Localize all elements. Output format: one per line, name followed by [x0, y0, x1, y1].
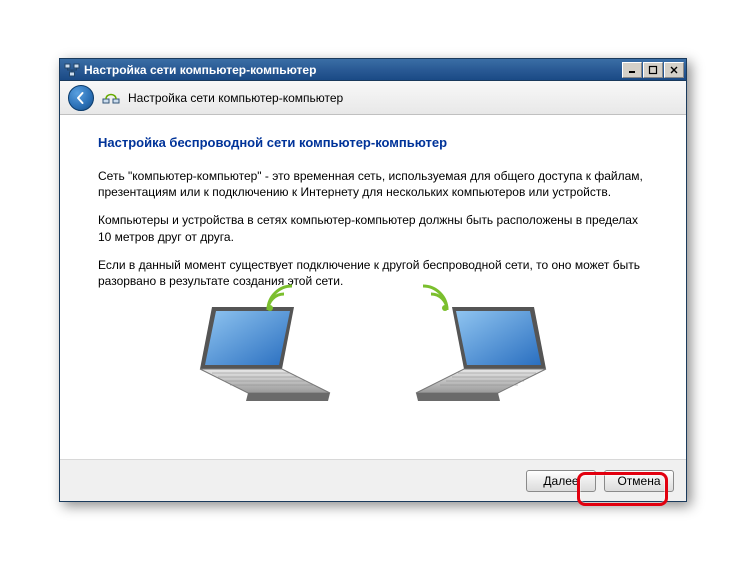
- back-button[interactable]: [68, 85, 94, 111]
- maximize-button[interactable]: [643, 62, 663, 78]
- content-area: Настройка беспроводной сети компьютер-ко…: [60, 115, 686, 459]
- paragraph-2: Компьютеры и устройства в сетях компьюте…: [98, 212, 648, 244]
- window-controls: [621, 62, 684, 78]
- laptop-left: [178, 301, 338, 419]
- cancel-button[interactable]: Отмена: [604, 470, 674, 492]
- header-band: Настройка сети компьютер-компьютер: [60, 81, 686, 115]
- adhoc-network-icon: [102, 89, 120, 107]
- close-button[interactable]: [664, 62, 684, 78]
- minimize-button[interactable]: [622, 62, 642, 78]
- window-title: Настройка сети компьютер-компьютер: [84, 63, 621, 77]
- paragraph-1: Сеть "компьютер-компьютер" - это временн…: [98, 168, 648, 200]
- page-heading: Настройка беспроводной сети компьютер-ко…: [98, 135, 648, 150]
- illustration: [98, 301, 648, 419]
- footer: Далее Отмена: [60, 459, 686, 501]
- header-title: Настройка сети компьютер-компьютер: [128, 91, 343, 105]
- network-icon: [64, 62, 80, 78]
- wifi-icon: [418, 281, 452, 315]
- next-button[interactable]: Далее: [526, 470, 596, 492]
- paragraph-3: Если в данный момент существует подключе…: [98, 257, 648, 289]
- titlebar: Настройка сети компьютер-компьютер: [60, 59, 686, 81]
- laptop-right: [408, 301, 568, 419]
- wizard-window: Настройка сети компьютер-компьютер Настр…: [59, 58, 687, 502]
- wifi-icon: [263, 281, 297, 315]
